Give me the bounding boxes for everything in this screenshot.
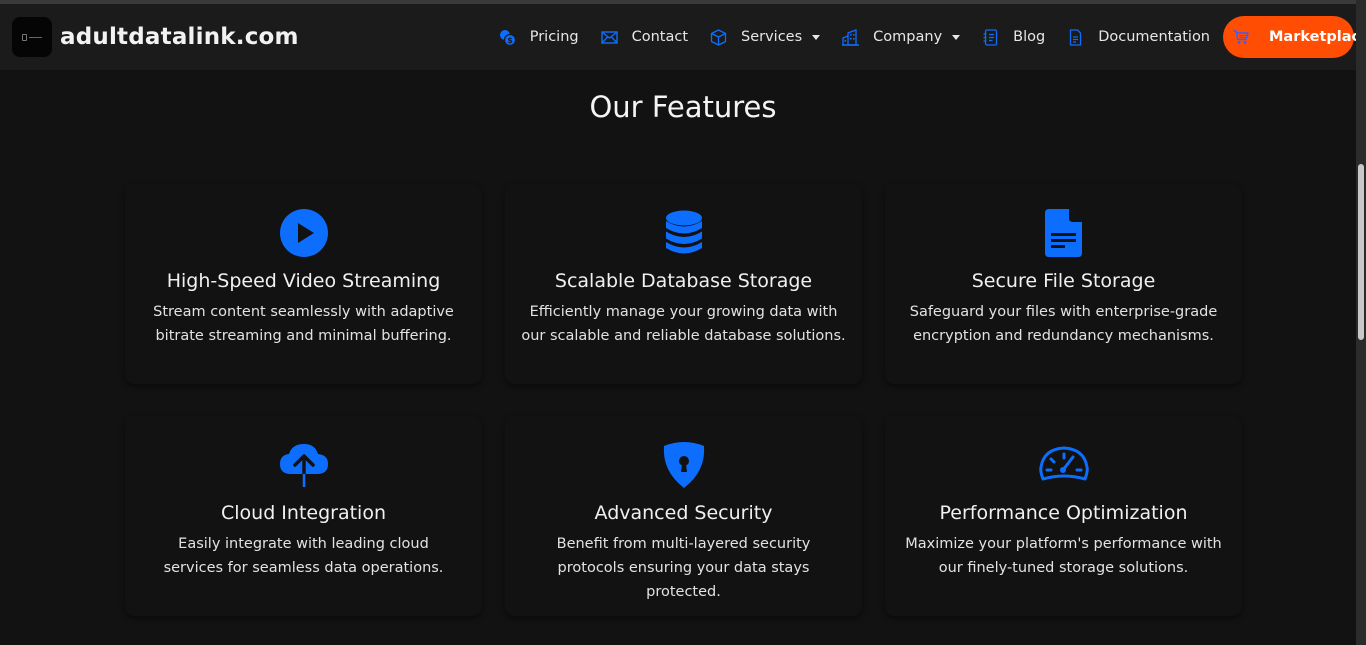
feature-title: Secure File Storage bbox=[971, 270, 1156, 292]
svg-text:$: $ bbox=[507, 36, 513, 45]
shield-lock-icon bbox=[505, 440, 862, 490]
feature-card: Cloud Integration Easily integrate with … bbox=[125, 416, 482, 616]
feature-card: High-Speed Video Streaming Stream conten… bbox=[125, 184, 482, 384]
nav-item-contact[interactable]: Contact bbox=[600, 29, 689, 46]
feature-description: Stream content seamlessly with adaptive … bbox=[153, 304, 454, 344]
nav-item-pricing[interactable]: $ Pricing bbox=[499, 29, 579, 46]
envelope-icon bbox=[600, 29, 618, 46]
feature-title: Cloud Integration bbox=[220, 502, 386, 524]
feature-description: Benefit from multi-layered security prot… bbox=[556, 536, 811, 600]
speedometer-icon bbox=[885, 440, 1242, 490]
file-text-icon bbox=[1067, 28, 1084, 46]
file-earmark-text-icon bbox=[885, 208, 1242, 258]
feature-title: Advanced Security bbox=[594, 502, 773, 524]
nav-label: Pricing bbox=[529, 29, 579, 45]
marketplace-label: Marketplace bbox=[1269, 29, 1366, 45]
feature-description: Easily integrate with leading cloud serv… bbox=[163, 536, 444, 576]
brand-name: adultdatalink.com bbox=[60, 24, 299, 50]
nav-label: Blog bbox=[1013, 29, 1046, 45]
cart-icon bbox=[1233, 29, 1249, 45]
feature-card: Scalable Database Storage Efficiently ma… bbox=[505, 184, 862, 384]
coins-icon: $ bbox=[499, 29, 516, 46]
nav-label: Documentation bbox=[1098, 29, 1210, 45]
marketplace-button[interactable]: Marketplace bbox=[1223, 16, 1366, 58]
nav-label: Company bbox=[873, 29, 943, 45]
feature-title: Performance Optimization bbox=[939, 502, 1188, 524]
building-icon bbox=[842, 28, 860, 46]
feature-title: Scalable Database Storage bbox=[554, 270, 813, 292]
database-logo-icon bbox=[12, 17, 52, 57]
caret-down-icon bbox=[952, 34, 961, 40]
nav-item-documentation[interactable]: Documentation bbox=[1067, 28, 1210, 46]
box-icon bbox=[710, 28, 727, 46]
scrollbar-thumb[interactable] bbox=[1358, 164, 1364, 340]
nav-item-blog[interactable]: Blog bbox=[982, 28, 1046, 46]
nav-item-services[interactable]: Services bbox=[710, 28, 821, 46]
play-circle-icon bbox=[125, 208, 482, 258]
feature-description: Safeguard your files with enterprise-gra… bbox=[909, 304, 1218, 344]
feature-card: Advanced Security Benefit from multi-lay… bbox=[505, 416, 862, 616]
caret-down-icon bbox=[812, 34, 821, 40]
nav-label: Services bbox=[741, 29, 803, 45]
database-icon bbox=[505, 208, 862, 258]
feature-card: Secure File Storage Safeguard your files… bbox=[885, 184, 1242, 384]
cloud-upload-icon bbox=[125, 440, 482, 490]
feature-description: Efficiently manage your growing data wit… bbox=[521, 304, 846, 344]
feature-description: Maximize your platform's performance wit… bbox=[905, 536, 1222, 576]
nav-item-company[interactable]: Company bbox=[842, 28, 961, 46]
brand-link[interactable]: adultdatalink.com bbox=[12, 17, 299, 57]
feature-card: Performance Optimization Maximize your p… bbox=[885, 416, 1242, 616]
section-title: Our Features bbox=[589, 90, 777, 124]
feature-title: High-Speed Video Streaming bbox=[166, 270, 441, 292]
nav-label: Contact bbox=[631, 29, 689, 45]
main-nav: $ Pricing Contact Services Company Blog … bbox=[477, 16, 1366, 58]
journal-text-icon bbox=[982, 28, 999, 46]
navbar: adultdatalink.com $ Pricing Contact Serv… bbox=[0, 4, 1366, 70]
